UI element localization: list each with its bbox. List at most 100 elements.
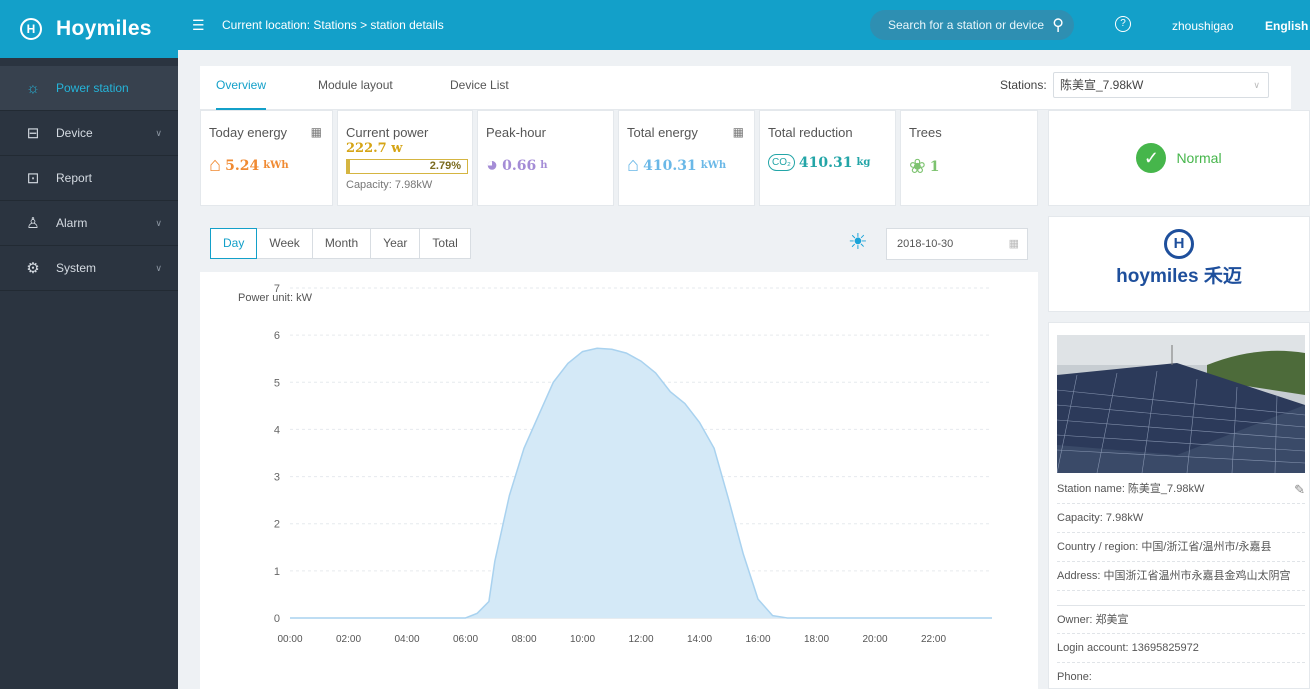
search-icon[interactable]: ⚲ [1052, 15, 1064, 35]
current-power-value: 222.7 w [346, 141, 403, 156]
date-picker[interactable]: 2018-10-30 ▦ [886, 228, 1028, 260]
y-tick-label: 4 [274, 424, 280, 436]
tab-device-list[interactable]: Device List [450, 66, 509, 110]
calendar-icon[interactable]: ▦ [1009, 229, 1019, 259]
sidebar-item-system[interactable]: ⚙ System ∨ [0, 246, 178, 291]
sidebar: H Hoymiles ☼ Power station ⊟ Device ∨ ⊡ … [0, 0, 178, 689]
sidebar-item-label: System [56, 261, 97, 275]
tabs-bar: Overview Module layout Device List Stati… [200, 66, 1291, 110]
power-progress-bar: 2.79% [346, 159, 468, 174]
sidebar-item-label: Device [56, 126, 93, 140]
period-tab-month[interactable]: Month [313, 229, 372, 258]
station-name-row: Station name: 陈美宣_7.98kW ✎ [1057, 475, 1305, 504]
menu-toggle-icon[interactable]: ☰ [192, 17, 212, 34]
y-tick-label: 2 [274, 519, 280, 531]
station-owner: Owner: 郑美宣 [1057, 605, 1305, 634]
brand-name: Hoymiles [56, 17, 152, 40]
search-input[interactable]: Search for a station or device ⚲ [870, 10, 1074, 40]
language-switch[interactable]: English [1265, 19, 1308, 33]
device-icon: ⊟ [26, 125, 40, 142]
period-tab-day[interactable]: Day [210, 228, 258, 259]
chevron-down-icon: ∨ [155, 127, 162, 138]
period-tabs: Day Week Month Year Total [210, 228, 471, 259]
card-current-power: Current power 222.7 w 2.79% Capacity: 7.… [337, 110, 473, 206]
y-tick-label: 1 [274, 566, 280, 578]
sidebar-item-alarm[interactable]: ♙ Alarm ∨ [0, 201, 178, 246]
card-title: Current power [346, 125, 429, 140]
card-title: Peak-hour [486, 125, 546, 140]
y-tick-label: 3 [274, 472, 280, 484]
total-reduction-unit: kg [856, 157, 871, 168]
y-tick-label: 6 [274, 330, 280, 342]
card-today-energy: Today energy ▦ ⌂ 5.24 kWh [200, 110, 333, 206]
chevron-down-icon: ∨ [155, 217, 162, 228]
today-energy-value: 5.24 [225, 157, 260, 174]
x-tick-label: 14:00 [687, 634, 712, 645]
x-tick-label: 18:00 [804, 634, 829, 645]
power-percent: 2.79% [429, 160, 461, 172]
trees-value: 1 [929, 158, 940, 175]
station-select[interactable]: 陈美宣_7.98kW ∨ [1053, 72, 1269, 98]
total-energy-value: 410.31 [643, 157, 697, 174]
calculator-icon[interactable]: ▦ [733, 125, 744, 139]
power-chart: 0 1 2 3 4 5 6 7 00:00 02:00 04:00 06:00 08:00 10:00 12… [274, 283, 992, 645]
tree-icon: ❀ [909, 156, 926, 178]
sidebar-item-label: Report [56, 171, 93, 185]
x-tick-label: 16:00 [745, 634, 770, 645]
co2-cloud-icon: CO₂ [768, 154, 795, 171]
station-info-card: Station name: 陈美宣_7.98kW ✎ Capacity: 7.9… [1048, 322, 1310, 689]
breadcrumb: Current location: Stations > station det… [222, 18, 444, 32]
total-reduction-value: 410.31 [798, 154, 853, 171]
status-text: Normal [1176, 150, 1222, 166]
chevron-down-icon: ∨ [1253, 80, 1260, 90]
total-energy-unit: kWh [700, 160, 727, 171]
station-address: Address: 中国浙江省温州市永嘉县金鸡山太阴宫 [1057, 562, 1305, 591]
period-tab-week[interactable]: Week [257, 229, 313, 258]
tab-module-layout[interactable]: Module layout [318, 66, 393, 110]
card-title: Total reduction [768, 125, 853, 140]
logo-wordmark: hoymiles 禾迈 [1116, 266, 1242, 287]
calculator-icon[interactable]: ▦ [311, 125, 322, 139]
help-icon[interactable]: ? [1115, 16, 1131, 32]
x-tick-label: 00:00 [277, 634, 302, 645]
card-trees: Trees ❀ 1 [900, 110, 1038, 206]
station-info-list: Station name: 陈美宣_7.98kW ✎ Capacity: 7.9… [1057, 475, 1305, 689]
top-bar: ☰ Current location: Stations > station d… [178, 0, 1310, 50]
chevron-down-icon: ∨ [155, 262, 162, 273]
x-tick-label: 06:00 [453, 634, 478, 645]
hoymiles-logo-icon: H [20, 18, 42, 40]
peak-hour-value: 0.66 [502, 157, 537, 174]
period-tab-year[interactable]: Year [371, 229, 421, 258]
x-tick-label: 02:00 [336, 634, 361, 645]
tab-overview[interactable]: Overview [216, 66, 267, 110]
company-logo-card: H hoymiles 禾迈 [1048, 216, 1310, 312]
edit-icon[interactable]: ✎ [1294, 475, 1305, 503]
y-tick-label: 0 [274, 613, 280, 625]
x-tick-label: 04:00 [394, 634, 419, 645]
status-card: ✓ Normal [1048, 110, 1310, 206]
peak-hour-unit: h [540, 160, 548, 171]
card-title: Trees [909, 125, 942, 140]
sidebar-item-device[interactable]: ⊟ Device ∨ [0, 111, 178, 156]
sun-weather-icon: ☀ [848, 229, 868, 254]
brand-logo[interactable]: H Hoymiles [0, 0, 178, 58]
sun-icon: ☼ [26, 79, 40, 97]
report-icon: ⊡ [26, 170, 40, 187]
check-circle-icon: ✓ [1136, 143, 1167, 173]
user-menu[interactable]: zhoushigao [1172, 19, 1233, 33]
sidebar-item-report[interactable]: ⊡ Report [0, 156, 178, 201]
main-content: Overview Module layout Device List Stati… [186, 58, 1310, 689]
period-tab-total[interactable]: Total [420, 229, 469, 258]
bell-icon: ♙ [26, 215, 40, 232]
clock-icon: ◕ [486, 154, 499, 176]
card-total-energy: Total energy ▦ ⌂ 410.31 kWh [618, 110, 755, 206]
station-name: Station name: 陈美宣_7.98kW [1057, 483, 1205, 495]
capacity-label: Capacity: 7.98kW [346, 179, 433, 191]
sidebar-item-power-station[interactable]: ☼ Power station [0, 66, 178, 111]
y-tick-label: 5 [274, 377, 280, 389]
y-tick-label: 7 [274, 283, 280, 295]
search-placeholder: Search for a station or device [888, 18, 1045, 32]
date-value: 2018-10-30 [897, 238, 954, 250]
x-tick-label: 08:00 [511, 634, 536, 645]
x-tick-label: 10:00 [570, 634, 595, 645]
